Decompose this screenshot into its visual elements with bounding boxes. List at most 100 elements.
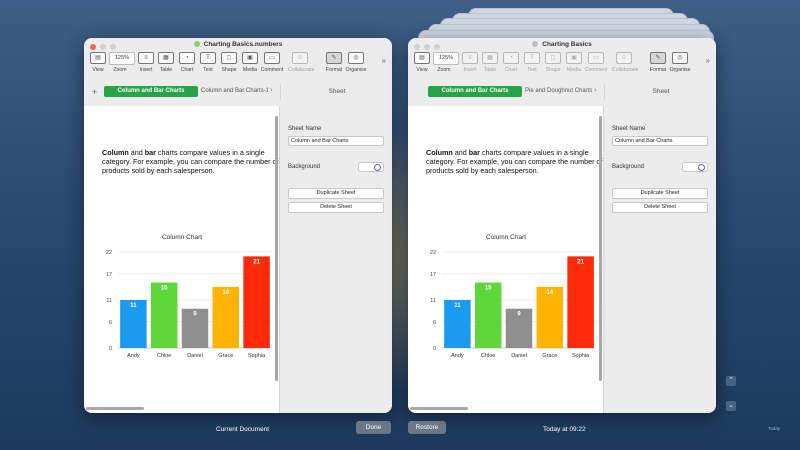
data-label: 11: [130, 303, 137, 309]
older-version-button[interactable]: ⌄: [726, 401, 736, 411]
duplicate-sheet-button[interactable]: Duplicate Sheet: [288, 188, 384, 199]
tab-column-and-bar-charts-1[interactable]: Column and Bar Charts-1: [201, 86, 268, 97]
background-color-well[interactable]: [358, 162, 384, 172]
data-label: 15: [485, 286, 492, 292]
comment-icon: ▭: [588, 52, 604, 64]
sheet-canvas[interactable]: Column and bar charts compare values in …: [84, 106, 280, 413]
x-tick-label: Sophia: [572, 353, 590, 359]
data-label: 21: [253, 259, 260, 265]
y-tick-label: 22: [106, 250, 112, 256]
bar: [150, 282, 178, 348]
toolbar-format-button[interactable]: ✎ Format: [322, 52, 346, 73]
add-sheet-button[interactable]: +: [92, 87, 97, 97]
titlebar: Charting Basics ▤ View 125% Zoom ≡ Insert ▦…: [408, 38, 716, 107]
toolbar-zoom-button[interactable]: 125% Zoom: [432, 52, 459, 73]
current-document-window[interactable]: Charting Basics.numbers ▤ View 125% Zoom ≡…: [84, 38, 392, 413]
sheet-name-label: Sheet Name: [288, 126, 322, 132]
description-text: Column and bar charts compare values in …: [102, 148, 279, 175]
sheet-name-field[interactable]: Column and Bar Charts: [288, 136, 384, 146]
media-icon: ▣: [242, 52, 258, 64]
duplicate-sheet-button[interactable]: Duplicate Sheet: [612, 188, 708, 199]
restore-button[interactable]: Restore: [408, 421, 446, 434]
y-tick-label: 11: [430, 298, 436, 304]
status-dot-icon: [193, 41, 200, 48]
toolbar: ▤ View 125% Zoom ≡ Insert ▦ Table ◔ Chart T Te…: [84, 52, 392, 82]
toolbar-organise-button[interactable]: ◎ Organise: [344, 52, 368, 73]
toolbar-view-button[interactable]: ▤ View: [410, 52, 434, 73]
done-button[interactable]: Done: [356, 421, 391, 434]
x-tick-label: Grace: [218, 353, 233, 359]
inspector-tab-sheet[interactable]: Sheet: [604, 84, 716, 100]
y-tick-label: 11: [106, 298, 112, 304]
version-time-label: Today at 09:22: [543, 426, 586, 433]
y-tick-label: 22: [430, 250, 436, 256]
toolbar: ▤ View 125% Zoom ≡ Insert ▦ Table ◔ Chart T Te…: [408, 52, 716, 82]
bar: [567, 256, 594, 348]
insert-icon: ≡: [138, 52, 154, 64]
toolbar-format-button[interactable]: ✎ Format: [646, 52, 670, 73]
chevron-right-icon[interactable]: ›: [594, 85, 597, 94]
tab-pie-and-doughnut-charts[interactable]: Pie and Doughnut Charts: [525, 86, 592, 97]
chevron-right-icon[interactable]: ›: [270, 85, 273, 94]
format-inspector: Sheet Name Column and Bar Charts Backgro…: [279, 106, 392, 413]
delete-sheet-button[interactable]: Delete Sheet: [612, 202, 708, 213]
window-title: Charting Basics.numbers: [84, 41, 392, 48]
shape-icon: ◻: [221, 52, 237, 64]
newer-version-button[interactable]: ⌃: [726, 376, 736, 386]
y-tick-label: 6: [433, 320, 436, 326]
toolbar-overflow-icon[interactable]: »: [706, 56, 710, 65]
vertical-scrollbar[interactable]: [599, 116, 602, 381]
delete-sheet-button[interactable]: Delete Sheet: [288, 202, 384, 213]
column-chart[interactable]: 0611172211Andy15Chloe9Daniel14Grace21Sop…: [422, 244, 602, 364]
bar: [536, 286, 564, 348]
version-window[interactable]: Charting Basics ▤ View 125% Zoom ≡ Insert ▦…: [408, 38, 716, 413]
zoom-select[interactable]: 125%: [433, 52, 459, 65]
toolbar-collaborate-button[interactable]: ☺ Collaborate: [288, 52, 315, 73]
chart-icon: ◔: [503, 52, 519, 64]
collaborate-icon: ☺: [292, 52, 308, 64]
sheet-tabs: + Column and Bar Charts Column and Bar C…: [84, 82, 392, 104]
sheet-canvas[interactable]: Column and bar charts compare values in …: [408, 106, 604, 413]
media-icon: ▣: [566, 52, 582, 64]
text-icon: T: [200, 52, 216, 64]
chart-title: Column Chart: [485, 234, 527, 241]
view-icon: ▤: [414, 52, 430, 64]
background-color-well[interactable]: [682, 162, 708, 172]
toolbar-organise-button[interactable]: ◎ Organise: [668, 52, 692, 73]
color-wheel-icon: [698, 164, 705, 171]
toolbar-view-button[interactable]: ▤ View: [86, 52, 110, 73]
x-tick-label: Chloe: [481, 353, 495, 359]
current-document-label: Current Document: [216, 426, 270, 433]
color-wheel-icon: [374, 164, 381, 171]
toolbar-zoom-button[interactable]: 125% Zoom: [108, 52, 135, 73]
toolbar-comment-button[interactable]: ▭ Comment: [584, 52, 608, 73]
chart-title: Column Chart: [161, 234, 203, 241]
horizontal-scrollbar[interactable]: [86, 407, 144, 410]
shape-icon: ◻: [545, 52, 561, 64]
chart-icon: ◔: [179, 52, 195, 64]
data-label: 21: [577, 259, 584, 265]
sheet-name-label: Sheet Name: [612, 126, 646, 132]
column-chart[interactable]: 0611172211Andy15Chloe9Daniel14Grace21Sop…: [98, 244, 278, 364]
toolbar-comment-button[interactable]: ▭ Comment: [260, 52, 284, 73]
zoom-select[interactable]: 125%: [109, 52, 135, 65]
inspector-tab-sheet[interactable]: Sheet: [280, 84, 392, 100]
toolbar-overflow-icon[interactable]: »: [382, 56, 386, 65]
data-label: 11: [454, 303, 461, 309]
sheet-name-field[interactable]: Column and Bar Charts: [612, 136, 708, 146]
collaborate-icon: ☺: [616, 52, 632, 64]
view-icon: ▤: [90, 52, 106, 64]
table-icon: ▦: [158, 52, 174, 64]
toolbar-media-button[interactable]: ▣ Media: [238, 52, 262, 73]
titlebar: Charting Basics.numbers ▤ View 125% Zoom ≡…: [84, 38, 392, 107]
x-tick-label: Daniel: [511, 353, 527, 359]
toolbar-collaborate-button[interactable]: ☺ Collaborate: [612, 52, 639, 73]
toolbar-media-button[interactable]: ▣ Media: [562, 52, 586, 73]
x-tick-label: Grace: [542, 353, 557, 359]
vertical-scrollbar[interactable]: [275, 116, 278, 381]
data-label: 15: [161, 286, 168, 292]
tab-column-and-bar-charts[interactable]: Column and Bar Charts: [104, 86, 198, 97]
tab-column-and-bar-charts[interactable]: Column and Bar Charts: [428, 86, 522, 97]
horizontal-scrollbar[interactable]: [410, 407, 468, 410]
bar: [243, 256, 270, 348]
